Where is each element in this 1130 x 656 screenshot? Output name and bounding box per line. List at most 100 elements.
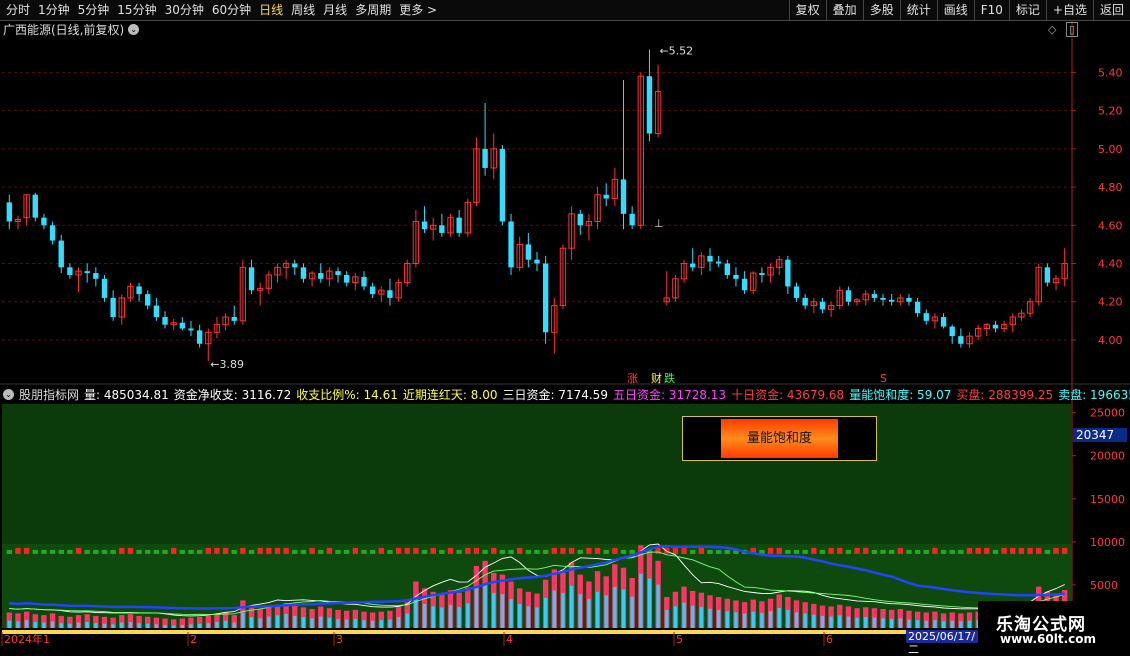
inflow-bar — [50, 621, 55, 628]
period-tab-2[interactable]: 5分钟 — [74, 0, 114, 20]
high-price-label: ←5.52 — [659, 44, 693, 57]
saturation-mark — [266, 547, 272, 554]
saturation-legend-box: 量能饱和度 — [682, 416, 877, 461]
saturation-mark — [1001, 547, 1007, 554]
inflow-bar — [197, 623, 202, 628]
toolbar-button-5[interactable]: F10 — [973, 0, 1009, 20]
period-tab-0[interactable]: 分时 — [2, 0, 34, 20]
inflow-bar — [7, 620, 12, 628]
period-tab-8[interactable]: 月线 — [319, 0, 351, 20]
saturation-mark — [914, 549, 921, 554]
period-tab-3[interactable]: 15分钟 — [113, 0, 160, 20]
toolbar-button-0[interactable]: 复权 — [788, 0, 826, 20]
period-tab-1[interactable]: 1分钟 — [34, 0, 74, 20]
saturation-mark — [257, 547, 263, 554]
period-tab-9[interactable]: 多周期 — [351, 0, 395, 20]
saturation-mark — [465, 547, 471, 554]
toolbar-button-7[interactable]: +自选 — [1045, 0, 1093, 20]
inflow-bar — [422, 603, 427, 628]
stock-chart[interactable]: 5.40 5.20 5.00 4.80 4.60 4.40 4.20 4.00 ←5.52 ←3.… — [0, 20, 1130, 650]
candle-down — [499, 148, 506, 222]
saturation-mark — [932, 547, 938, 554]
toolbar-button-2[interactable]: 多股 — [862, 0, 900, 20]
saturation-mark — [162, 549, 168, 554]
x-axis-label: 4 — [506, 633, 513, 646]
price-tick-label: 4.40 — [1098, 258, 1123, 271]
inflow-bar — [898, 618, 902, 628]
saturation-mark — [179, 549, 186, 554]
chevron-down-icon[interactable]: ⌄ — [128, 23, 140, 35]
toolbar-button-1[interactable]: 叠加 — [825, 0, 863, 20]
price-tick-label: 4.00 — [1098, 334, 1123, 347]
candle-down — [188, 328, 194, 331]
period-tab-10[interactable]: 更多 > — [395, 0, 441, 20]
saturation-mark — [240, 547, 246, 554]
saturation-mark — [715, 549, 722, 554]
saturation-mark — [447, 547, 454, 554]
indicator-field-7: 量能饱和度: 59.07 — [849, 387, 952, 402]
inflow-bar — [673, 606, 678, 628]
saturation-mark — [196, 549, 203, 554]
inflow-bar — [284, 614, 288, 628]
saturation-mark — [274, 547, 281, 554]
saturation-mark — [430, 547, 436, 554]
candle-down — [880, 297, 886, 300]
period-tab-6[interactable]: 日线 — [255, 0, 287, 20]
saturation-mark — [344, 549, 350, 554]
toolbar-button-3[interactable]: 统计 — [899, 0, 937, 20]
candle-down — [300, 267, 307, 279]
inflow-bar — [552, 590, 556, 628]
inflow-bar — [154, 624, 159, 628]
saturation-mark — [828, 547, 834, 554]
inflow-bar — [128, 621, 133, 628]
candle-down — [456, 217, 462, 233]
saturation-mark — [248, 549, 255, 554]
toolbar-button-6[interactable]: 标记 — [1008, 0, 1046, 20]
inflow-bar — [734, 612, 738, 628]
saturation-mark — [577, 549, 583, 554]
x-axis-label: 6 — [826, 633, 833, 646]
inflow-bar — [941, 621, 946, 628]
chevron-down-icon[interactable]: ⌄ — [3, 388, 14, 400]
saturation-mark — [854, 547, 860, 554]
candle-down — [136, 286, 142, 295]
saturation-mark — [145, 549, 151, 554]
saturation-mark — [421, 549, 428, 554]
candle-down — [179, 322, 186, 329]
x-axis-label: 3 — [336, 633, 343, 646]
saturation-mark — [110, 549, 116, 554]
candle-down — [196, 330, 203, 344]
period-tab-4[interactable]: 30分钟 — [161, 0, 208, 20]
toolbar-button-8[interactable]: 返回 — [1092, 0, 1130, 20]
saturation-mark — [542, 549, 549, 554]
candle-down — [949, 326, 955, 337]
saturation-mark — [551, 547, 557, 554]
indicator-field-8: 买盘: 288399.25 — [956, 387, 1054, 402]
saturation-mark — [188, 549, 194, 554]
inflow-bar — [180, 624, 185, 628]
candle-down — [439, 225, 445, 233]
candle-down — [32, 194, 38, 218]
diamond-icon[interactable]: ◇ — [1048, 23, 1056, 36]
indicator-value-tag: 20347 — [1073, 428, 1127, 442]
inflow-bar — [526, 606, 531, 628]
saturation-mark — [49, 549, 56, 554]
saturation-mark — [84, 549, 90, 554]
saturation-mark — [690, 549, 696, 554]
period-tab-5[interactable]: 60分钟 — [208, 0, 255, 20]
saturation-mark — [992, 549, 999, 554]
inflow-bar — [630, 596, 634, 628]
toolbar-button-4[interactable]: 画线 — [936, 0, 974, 20]
inflow-bar — [543, 597, 548, 628]
saturation-mark — [326, 547, 333, 554]
saturation-mark — [672, 547, 679, 554]
close-icon[interactable]: ▯ — [1065, 22, 1078, 37]
inflow-bar — [855, 617, 859, 628]
saturation-mark — [1053, 547, 1059, 554]
inflow-bar — [786, 609, 790, 628]
saturation-mark — [67, 549, 73, 554]
saturation-mark — [15, 547, 21, 554]
saturation-mark — [205, 547, 211, 554]
period-tab-7[interactable]: 周线 — [287, 0, 319, 20]
marker-die: 跌 — [664, 371, 675, 385]
